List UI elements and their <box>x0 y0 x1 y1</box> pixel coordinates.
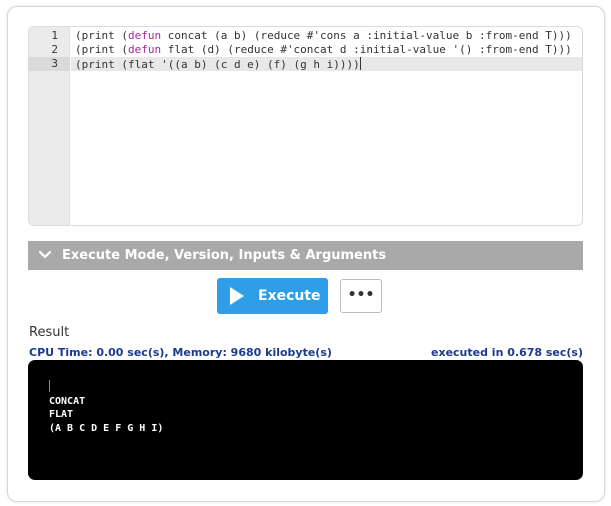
code-text: flat (d) (reduce #'concat d :initial-val… <box>161 43 572 56</box>
code-line[interactable]: (print (defun concat (a b) (reduce #'con… <box>71 29 582 43</box>
execute-options-toggle[interactable]: Execute Mode, Version, Inputs & Argument… <box>28 241 583 270</box>
code-text: concat (a b) (reduce #'cons a :initial-v… <box>161 29 572 42</box>
execution-time: executed in 0.678 sec(s) <box>431 346 583 359</box>
more-options-button[interactable]: ••• <box>340 279 382 313</box>
output-cursor <box>49 380 50 392</box>
chevron-down-icon <box>38 241 52 270</box>
code-text: (print (flat '((a b) (c d e) (f) (g h i)… <box>75 58 360 71</box>
keyword-token: defun <box>127 29 162 42</box>
code-text: (print ( <box>75 29 128 42</box>
code-text: (print ( <box>75 43 128 56</box>
more-icon: ••• <box>347 287 375 303</box>
execute-button[interactable]: Execute <box>217 278 328 314</box>
code-line-active[interactable]: (print (flat '((a b) (c d e) (f) (g h i)… <box>71 57 582 71</box>
output-console[interactable]: CONCAT FLAT (A B C D E F G H I) <box>28 360 583 480</box>
code-line[interactable]: (print (defun flat (d) (reduce #'concat … <box>71 43 582 57</box>
execute-button-label: Execute <box>258 288 321 304</box>
line-number: 1 <box>51 29 58 42</box>
line-number: 2 <box>51 43 58 56</box>
text-cursor <box>359 57 361 70</box>
result-heading: Result <box>29 325 70 340</box>
line-number: 3 <box>29 57 70 71</box>
play-icon <box>230 287 244 305</box>
output-line: CONCAT <box>49 396 86 407</box>
output-line: FLAT <box>49 409 74 420</box>
code-editor[interactable]: 1 (print (defun concat (a b) (reduce #'c… <box>28 26 583 226</box>
cpu-memory-stats: CPU Time: 0.00 sec(s), Memory: 9680 kilo… <box>29 346 332 359</box>
output-line: (A B C D E F G H I) <box>49 423 164 434</box>
execute-options-label: Execute Mode, Version, Inputs & Argument… <box>62 248 387 263</box>
keyword-token: defun <box>127 43 162 56</box>
